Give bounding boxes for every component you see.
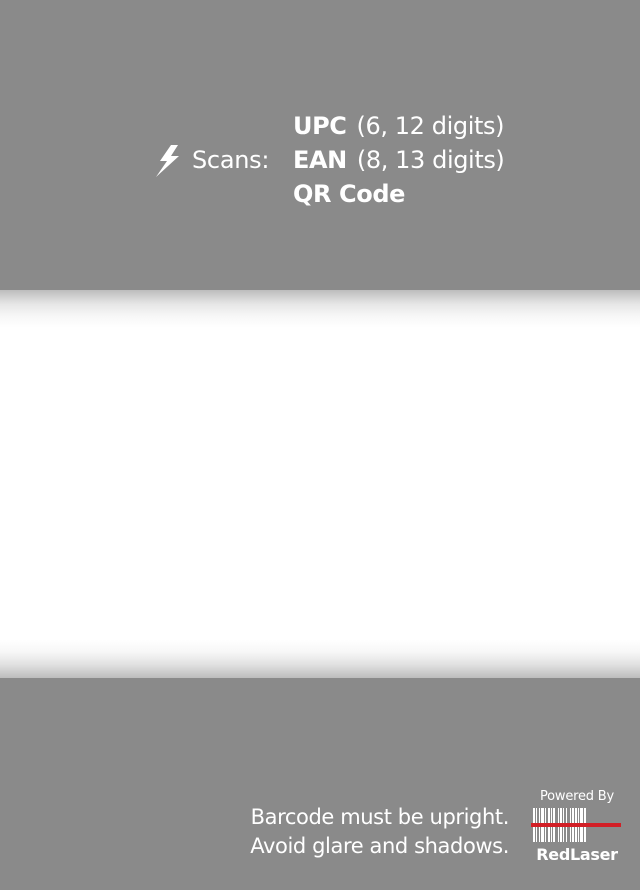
format-detail: (6, 12 digits) [356,112,505,140]
format-name: UPC [293,112,347,140]
format-qr-code: QR Code [293,178,405,210]
lightning-bolt-icon [156,145,179,177]
format-name: QR Code [293,180,405,208]
camera-scan-area[interactable] [0,290,640,678]
powered-by-badge: Powered By RedLaser [531,788,623,880]
brand-name: RedLaser [536,845,618,864]
format-upc: UPC (6, 12 digits) [293,110,504,142]
hint-upright: Barcode must be upright. [250,805,510,829]
powered-by-label: Powered By [539,789,614,804]
hint-glare: Avoid glare and shadows. [250,834,509,858]
format-name: EAN [293,146,347,174]
laser-line [531,823,621,827]
format-detail: (8, 13 digits) [356,146,505,174]
format-ean: EAN (8, 13 digits) [293,144,505,176]
scans-label: Scans: [192,146,270,174]
top-overlay: Scans: UPC (6, 12 digits) EAN (8, 13 digit… [0,0,640,290]
